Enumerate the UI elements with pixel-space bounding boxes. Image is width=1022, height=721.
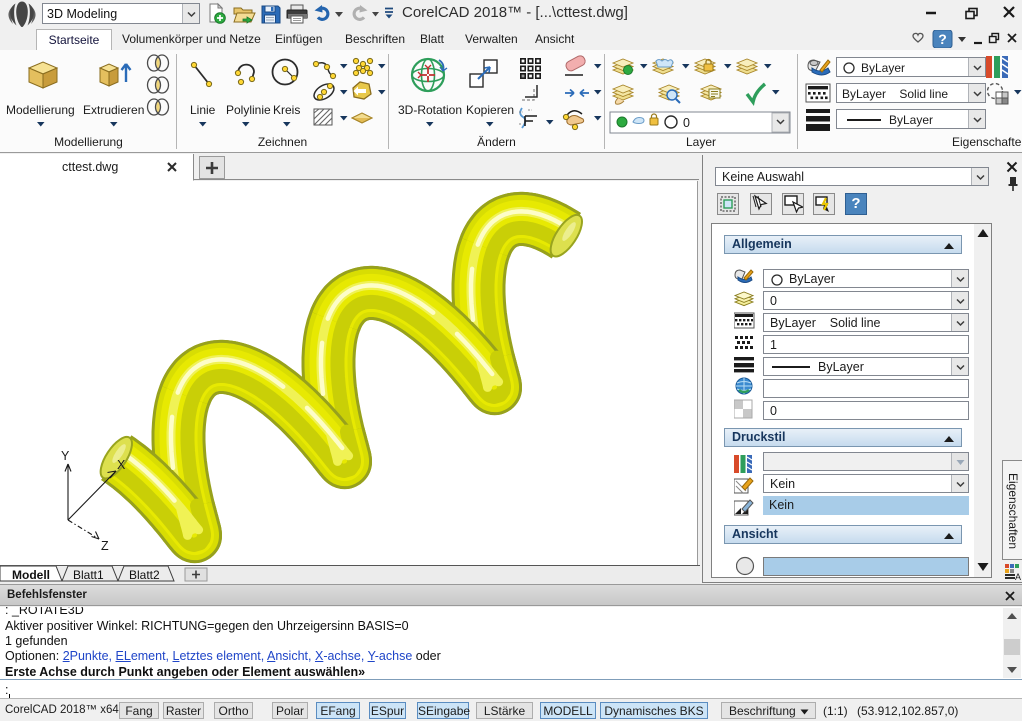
svg-text:0: 0 [683, 116, 690, 130]
svg-text:Modellierung: Modellierung [6, 103, 75, 117]
svg-text:Y: Y [61, 450, 70, 463]
svg-text:Modell: Modell [12, 568, 50, 582]
svg-text:Blatt1: Blatt1 [73, 568, 104, 582]
svg-text:3D-Rotation: 3D-Rotation [398, 103, 462, 117]
svg-text:A: A [1015, 572, 1021, 581]
svg-text:?: ? [938, 31, 947, 47]
svg-text:Kopieren: Kopieren [466, 103, 514, 117]
svg-text:Kreis: Kreis [273, 103, 300, 117]
svg-text:Extrudieren: Extrudieren [83, 103, 144, 117]
svg-text:Z: Z [101, 539, 109, 550]
svg-text:Blatt2: Blatt2 [129, 568, 160, 582]
svg-text:Polylinie: Polylinie [226, 103, 271, 117]
svg-text:X: X [117, 458, 126, 472]
svg-text:Linie: Linie [190, 103, 216, 117]
